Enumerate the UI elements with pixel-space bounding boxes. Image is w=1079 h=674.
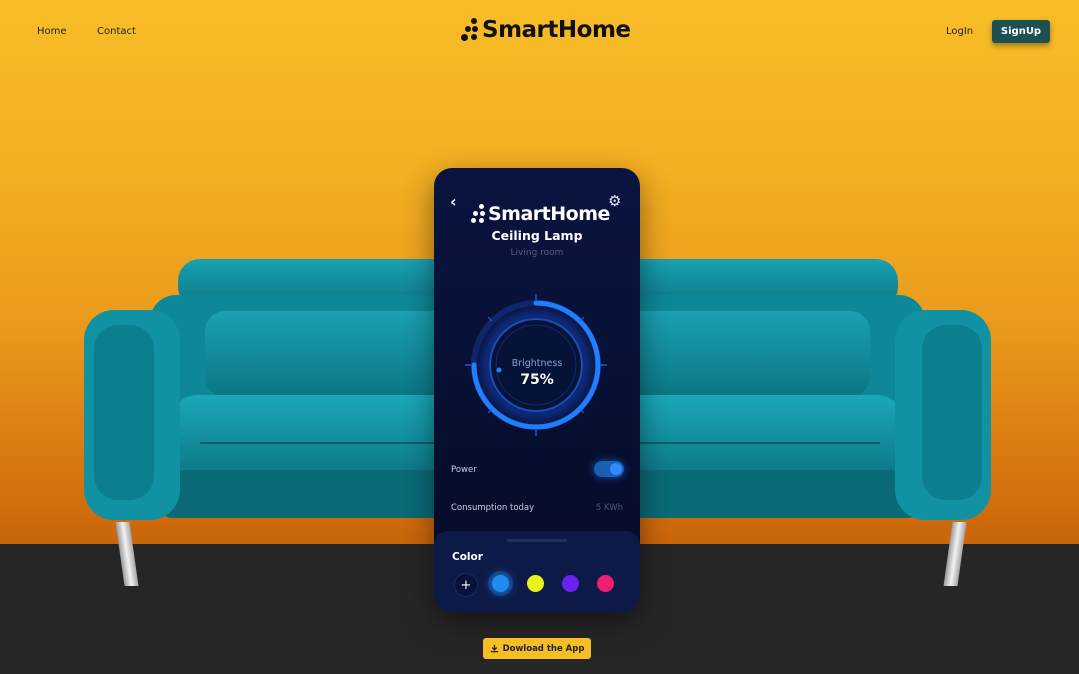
brightness-label: Brightness — [511, 358, 563, 369]
room-name: Living room — [510, 248, 564, 258]
power-label: Power — [451, 465, 477, 475]
download-label: Dowload the App — [502, 643, 585, 654]
consumption-label: Consumption today — [451, 503, 535, 513]
color-swatch-purple[interactable] — [562, 575, 579, 592]
brightness-value: 75% — [520, 372, 554, 388]
color-swatch-pink[interactable] — [597, 575, 614, 592]
color-swatch-yellow[interactable] — [527, 575, 544, 592]
sheet-handle[interactable] — [507, 539, 567, 542]
phone-brand-logo: SmartHome — [470, 202, 610, 226]
device-name: Ceiling Lamp — [491, 228, 583, 243]
download-app-button[interactable]: Dowload the App — [483, 638, 591, 659]
color-panel: Color + — [434, 531, 640, 612]
logo-dots-icon — [460, 15, 480, 45]
back-icon[interactable]: ‹ — [450, 192, 457, 211]
consumption-value: 5 KWh — [595, 503, 623, 513]
power-toggle[interactable] — [594, 461, 624, 477]
color-swatch-blue[interactable] — [492, 575, 509, 592]
login-link[interactable]: LogIn — [946, 26, 973, 37]
nav-home-link[interactable]: Home — [37, 26, 67, 37]
add-color-button[interactable]: + — [454, 573, 478, 597]
gear-icon[interactable]: ⚙ — [608, 192, 621, 210]
brand-logo[interactable]: SmartHome — [460, 15, 631, 45]
download-icon — [490, 644, 498, 653]
toggle-knob — [610, 463, 622, 475]
nav-contact-link[interactable]: Contact — [97, 26, 136, 37]
color-panel-title: Color — [452, 551, 483, 563]
signup-button[interactable]: SignUp — [992, 20, 1050, 43]
phone-brand-name: SmartHome — [488, 203, 610, 225]
brand-name: SmartHome — [482, 17, 631, 43]
logo-dots-icon — [470, 202, 486, 226]
phone-mockup: ‹ ⚙ SmartHome Ceiling Lamp Living room B… — [434, 168, 640, 612]
